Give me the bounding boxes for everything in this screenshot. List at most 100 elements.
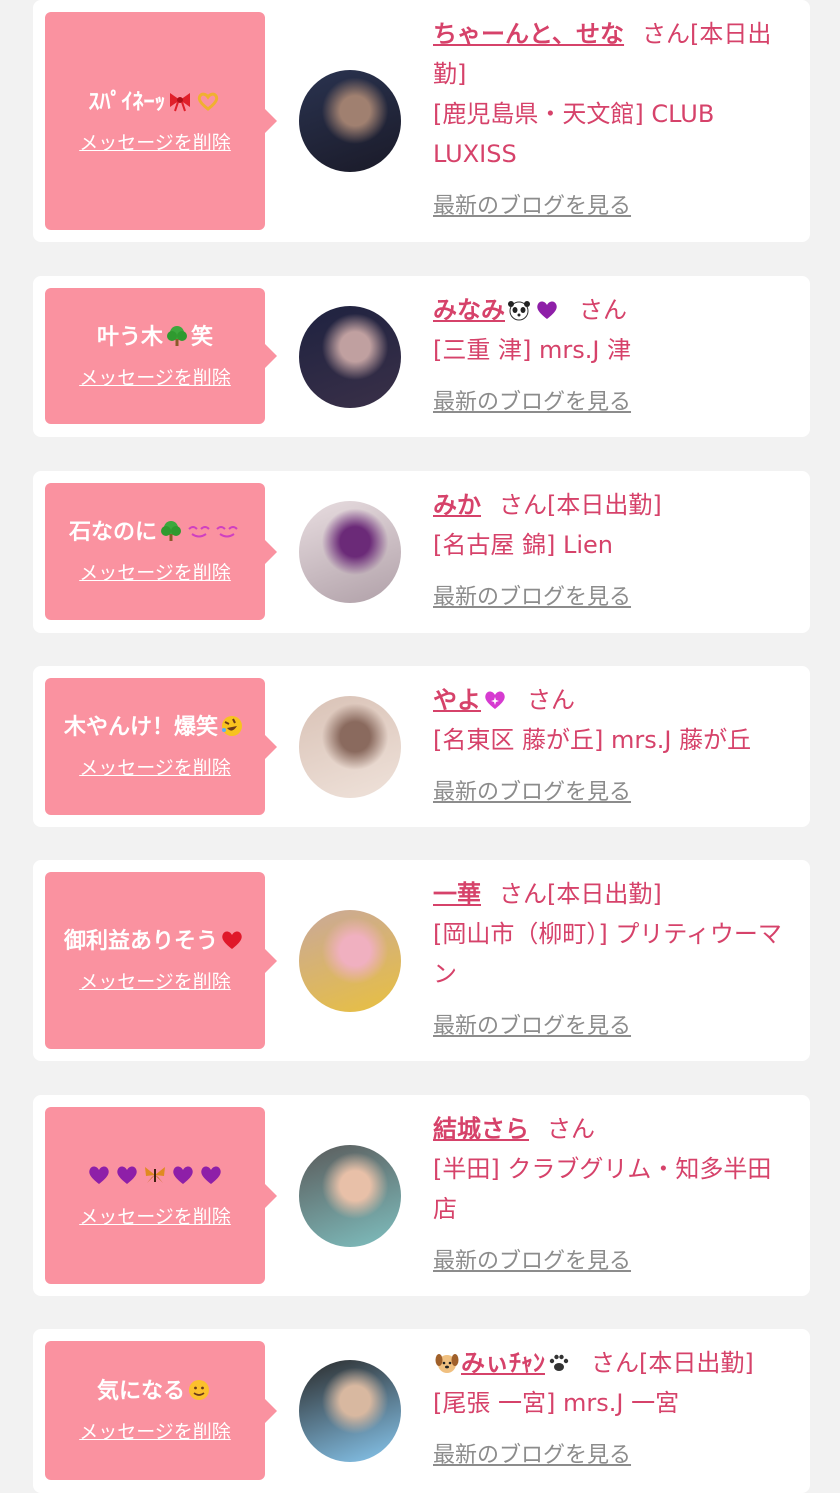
message-text: [85, 1162, 225, 1192]
profile-name-link[interactable]: みぃﾁｬﾝ: [433, 1349, 573, 1377]
profile-name-link[interactable]: やよ: [433, 686, 509, 714]
latest-blog-link[interactable]: 最新のブログを見る: [433, 774, 631, 806]
paw-emoji: [549, 1354, 569, 1371]
message-card: 叶う木 笑メッセージを削除 みなみ さん [三重 津] mrs.J 津最新のブログを見る: [33, 276, 810, 437]
profile-info: みなみ さん [三重 津] mrs.J 津最新のブログを見る: [433, 290, 795, 416]
avatar[interactable]: [299, 1144, 401, 1247]
avatar[interactable]: [299, 501, 401, 603]
message-card: メッセージを削除 結城さら さん [半田] クラブグリム・知多半田店最新のブログを見る: [33, 1095, 810, 1296]
name-suffix: さん[本日出勤]: [591, 1349, 754, 1377]
shop-location: [尾張 一宮] mrs.J 一宮: [433, 1389, 680, 1417]
profile-name: やよ: [433, 686, 481, 714]
name-suffix: さん: [579, 296, 627, 324]
name-line: みぃﾁｬﾝ さん[本日出勤]: [433, 1343, 795, 1383]
face-emoji: [216, 526, 238, 538]
latest-blog-link[interactable]: 最新のブログを見る: [433, 579, 631, 611]
panda-emoji: [508, 301, 530, 321]
name-line: やよ さん: [433, 680, 795, 720]
latest-blog-link[interactable]: 最新のブログを見る: [433, 384, 631, 416]
profile-name: 結城さら: [433, 1115, 529, 1143]
smile-emoji: [189, 1380, 209, 1400]
message-bubble: 気になるメッセージを削除: [45, 1341, 277, 1480]
profile-name-link[interactable]: 一華: [433, 880, 481, 908]
shop-location: [岡山市（柳町）] プリティウーマン: [433, 920, 782, 988]
purple-heart-emoji: [537, 301, 557, 319]
name-suffix: さん[本日出勤]: [499, 491, 662, 519]
message-text: 御利益ありそう: [64, 927, 246, 957]
message-text-label: 石なのに: [68, 520, 157, 545]
face-emoji: [188, 526, 210, 538]
latest-blog-link[interactable]: 最新のブログを見る: [433, 1008, 631, 1040]
latest-blog-link[interactable]: 最新のブログを見る: [433, 1437, 631, 1469]
profile-info: やよ さん [名東区 藤が丘] mrs.J 藤が丘最新のブログを見る: [433, 680, 795, 806]
name-line: 一華 さん[本日出勤]: [433, 874, 795, 914]
ribbon-emoji: [169, 92, 190, 111]
message-bubble: 御利益ありそうメッセージを削除: [45, 872, 277, 1049]
dog-emoji: [435, 1354, 459, 1373]
purple-heart-emoji: [89, 1166, 109, 1184]
delete-message-link[interactable]: メッセージを削除: [79, 753, 231, 780]
profile-name: みなみ: [433, 296, 505, 324]
shop-location: [三重 津] mrs.J 津: [433, 336, 632, 364]
avatar[interactable]: [299, 695, 401, 798]
shop-location: [半田] クラブグリム・知多半田店: [433, 1155, 772, 1223]
delete-message-link[interactable]: メッセージを削除: [79, 558, 231, 585]
message-text-label: ｽﾊﾟｲﾈｰｯ: [88, 89, 166, 115]
profile-name-link[interactable]: みなみ: [433, 296, 561, 324]
message-card: ｽﾊﾟｲﾈｰｯ メッセージを削除 ちゃーんと、せな さん[本日出勤] [鹿児島県・天文館…: [33, 0, 810, 242]
name-line: ちゃーんと、せな さん[本日出勤]: [433, 14, 795, 94]
shop-location: [名東区 藤が丘] mrs.J 藤が丘: [433, 726, 752, 754]
latest-blog-link[interactable]: 最新のブログを見る: [433, 188, 631, 220]
profile-name-link[interactable]: みか: [433, 491, 481, 519]
purple-heart-emoji: [201, 1166, 221, 1184]
name-line: みか さん[本日出勤]: [433, 485, 795, 525]
message-card: 石なのにメッセージを削除 みか さん[本日出勤] [名古屋 錦] Lien 最新のブログ…: [33, 471, 810, 633]
delete-message-link[interactable]: メッセージを削除: [79, 967, 231, 994]
message-card: 御利益ありそうメッセージを削除 一華 さん[本日出勤] [岡山市（柳町）] プリティウ…: [33, 860, 810, 1061]
message-text: 木やんけ！爆笑: [64, 713, 246, 743]
message-bubble: ｽﾊﾟｲﾈｰｯ メッセージを削除: [45, 12, 277, 230]
message-text-label: 叶う木: [96, 324, 163, 350]
heart-hands-emoji: [197, 92, 218, 111]
message-text-label: 木やんけ！爆笑: [63, 715, 218, 740]
avatar[interactable]: [299, 70, 401, 172]
rolling-laugh-emoji: [222, 716, 242, 736]
avatar[interactable]: [299, 1360, 401, 1462]
message-bubble: メッセージを削除: [45, 1107, 277, 1284]
profile-info: ちゃーんと、せな さん[本日出勤] [鹿児島県・天文館] CLUB LUXISS 最新…: [433, 14, 795, 220]
profile-info: 一華 さん[本日出勤] [岡山市（柳町）] プリティウーマン最新のブログを見る: [433, 874, 795, 1040]
message-bubble: 木やんけ！爆笑メッセージを削除: [45, 678, 277, 815]
name-suffix: さん: [527, 686, 575, 714]
delete-message-link[interactable]: メッセージを削除: [79, 1202, 231, 1229]
message-text-tail: 笑: [191, 324, 214, 350]
name-suffix: さん: [547, 1115, 595, 1143]
delete-message-link[interactable]: メッセージを削除: [79, 128, 231, 155]
name-line: 結城さら さん: [433, 1109, 795, 1149]
profile-name-link[interactable]: 結城さら: [433, 1115, 529, 1143]
message-text-label: 御利益ありそう: [63, 929, 218, 954]
avatar[interactable]: [299, 909, 401, 1012]
profile-name-link[interactable]: ちゃーんと、せな: [433, 20, 624, 48]
delete-message-link[interactable]: メッセージを削除: [79, 363, 231, 390]
message-card: 気になるメッセージを削除 みぃﾁｬﾝ さん[本日出勤] [尾張 一宮] mrs.J 一…: [33, 1329, 810, 1493]
red-heart-emoji: [222, 931, 242, 949]
latest-blog-link[interactable]: 最新のブログを見る: [433, 1243, 631, 1275]
message-text: 石なのに: [69, 518, 241, 548]
name-suffix: さん[本日出勤]: [499, 880, 662, 908]
tree-emoji: [161, 521, 181, 541]
message-text: 叶う木 笑: [97, 323, 213, 353]
sparkling-heart-emoji: [485, 691, 505, 709]
shop-location: [鹿児島県・天文館] CLUB LUXISS: [433, 100, 715, 168]
purple-heart-emoji: [117, 1166, 137, 1184]
butterfly-emoji: [145, 1167, 165, 1183]
profile-name: みか: [433, 491, 481, 519]
delete-message-link[interactable]: メッセージを削除: [79, 1417, 231, 1444]
profile-name: ちゃーんと、せな: [433, 20, 625, 48]
name-line: みなみ さん: [433, 290, 795, 330]
message-bubble: 石なのにメッセージを削除: [45, 483, 277, 620]
profile-info: 結城さら さん [半田] クラブグリム・知多半田店最新のブログを見る: [433, 1109, 795, 1275]
message-text-label: 気になる: [96, 1379, 185, 1404]
avatar[interactable]: [299, 305, 401, 408]
profile-name: 一華: [433, 880, 481, 908]
shop-location: [名古屋 錦] Lien: [433, 531, 613, 559]
